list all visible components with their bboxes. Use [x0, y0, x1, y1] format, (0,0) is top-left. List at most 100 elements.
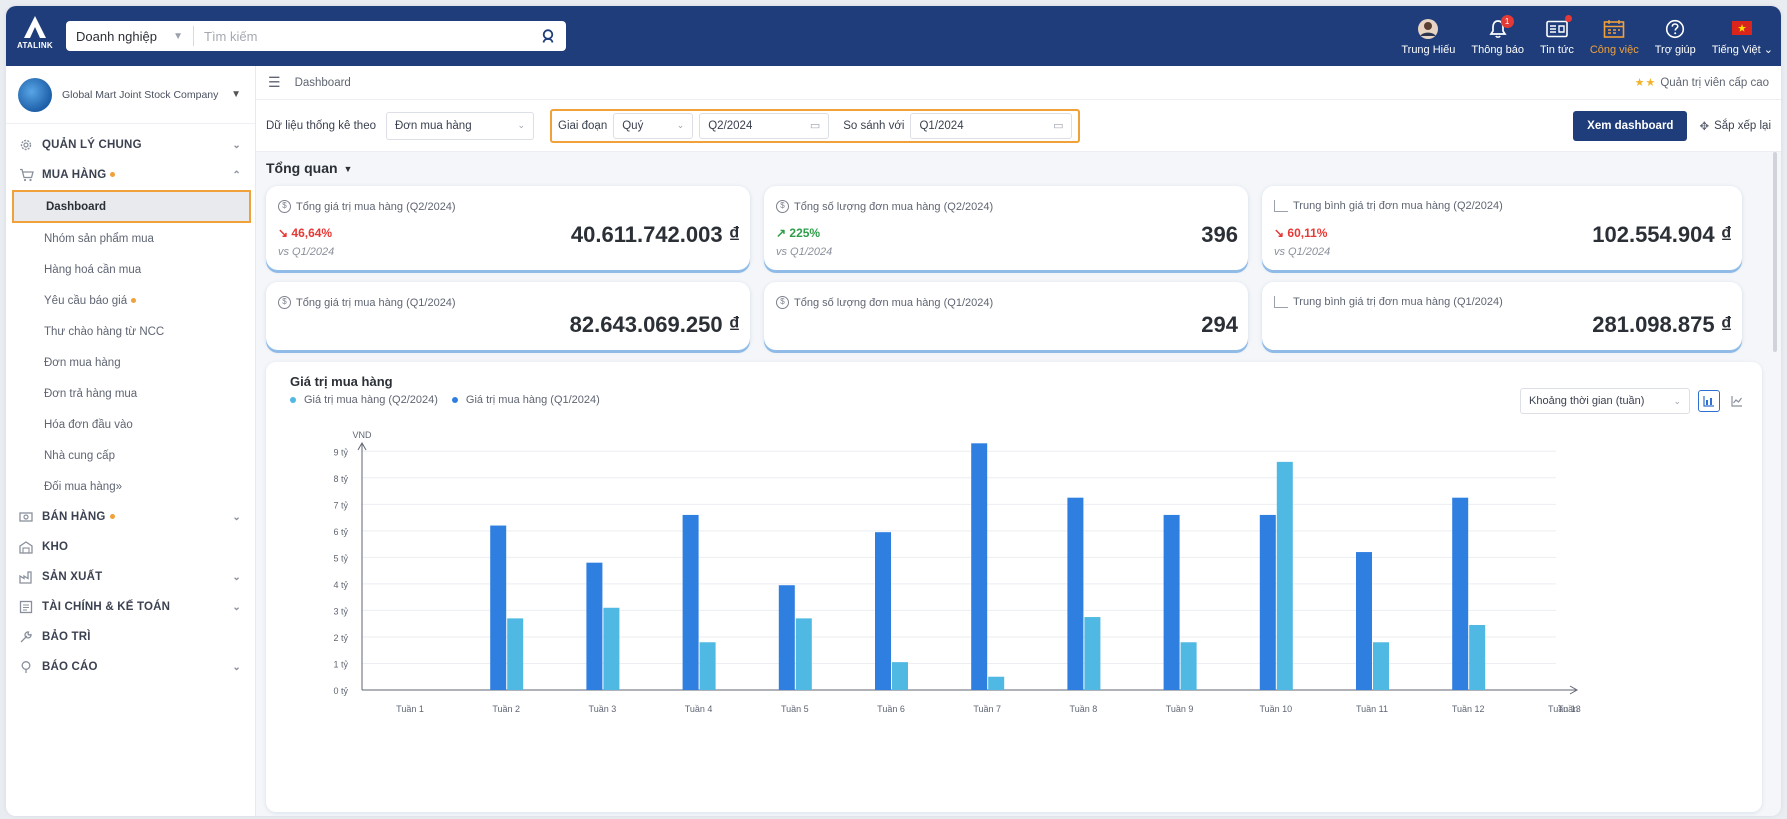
sidebar-item-production[interactable]: SẢN XUẤT ⌄ [6, 562, 255, 592]
sidebar-subitem-quotation-requests[interactable]: Yêu cầu báo giá [6, 285, 255, 316]
search-button[interactable] [532, 21, 566, 51]
bar-q2 [892, 662, 908, 690]
top-nav: Trung Hiếu 1 Thông báo Tin tức Công việc… [1393, 6, 1781, 66]
rearrange-button[interactable]: ✥ Sắp xếp lại [1699, 119, 1771, 133]
purchase-value-chart-panel: Giá trị mua hàng Giá trị mua hàng (Q2/20… [266, 362, 1762, 812]
search-scope-select[interactable]: Doanh nghiệp ▼ [66, 26, 194, 46]
nav-user[interactable]: Trung Hiếu [1393, 6, 1463, 66]
calendar-icon [1603, 19, 1625, 38]
sidebar-subitem-product-groups[interactable]: Nhóm sản phẩm mua [6, 223, 255, 254]
x-tick-label: Tuần 9 [1166, 704, 1194, 714]
x-tick-label: Tuần 10 [1259, 704, 1292, 714]
sidebar-item-warehouse[interactable]: KHO [6, 532, 255, 562]
sidebar-item-finance[interactable]: TÀI CHÍNH & KẾ TOÁN ⌄ [6, 592, 255, 622]
factory-icon [18, 569, 34, 585]
app-logo[interactable]: ATALINK [14, 14, 56, 58]
sidebar-item-label: QUẢN LÝ CHUNG [42, 139, 142, 151]
y-tick-label: 5 tỷ [333, 553, 348, 563]
kpi-title: Tổng giá trị mua hàng (Q2/2024) [296, 200, 456, 213]
sidebar-subitem-dashboard[interactable]: Dashboard [12, 190, 251, 223]
notification-badge: 1 [1500, 14, 1514, 28]
kpi-card-total-value-q2: $ Tổng giá trị mua hàng (Q2/2024) ↘ 46,64… [266, 186, 750, 270]
kpi-compare: vs Q1/2024 [278, 246, 335, 258]
period-picker[interactable]: Q2/2024 ▭ [699, 112, 830, 139]
bar-q1 [875, 532, 891, 690]
period-label: Giai đoạn [558, 119, 608, 132]
stats-by-value: Đơn mua hàng [395, 119, 472, 132]
sidebar-item-label: BÁO CÁO [42, 661, 98, 673]
sidebar-item-label: SẢN XUẤT [42, 571, 103, 583]
sidebar-subitem-purchase-reconciliation[interactable]: Đối mua hàng » [6, 471, 255, 502]
kpi-title: Tổng giá trị mua hàng (Q1/2024) [296, 296, 456, 309]
bar-q2 [988, 676, 1005, 690]
nav-language-label: Tiếng Việt ⌄ [1711, 44, 1773, 56]
finance-icon [18, 599, 34, 615]
kpi-value: 102.554.904 ₫ [1592, 222, 1732, 247]
sidebar-item-label: TÀI CHÍNH & KẾ TOÁN [42, 601, 171, 613]
nav-help[interactable]: Trợ giúp [1647, 6, 1704, 66]
gear-icon [18, 137, 34, 153]
compare-label: So sánh với [843, 119, 905, 132]
x-tick-label: Tuần 12 [1452, 704, 1485, 714]
sidebar-item-label: KHO [42, 541, 69, 553]
x-tick-label: Tuần 11 [1356, 704, 1388, 714]
kpi-value: 396 [1201, 222, 1238, 247]
sidebar-item-reports[interactable]: BÁO CÁO ⌄ [6, 652, 255, 682]
stats-by-label: Dữ liệu thống kê theo [266, 119, 376, 132]
sidebar-item-purchasing[interactable]: MUA HÀNG ⌃ [6, 160, 255, 190]
vertical-scrollbar[interactable] [1773, 152, 1777, 352]
sidebar-item-maintenance[interactable]: BẢO TRÌ [6, 622, 255, 652]
chevron-down-icon: ⌄ [232, 139, 241, 151]
sidebar-subitem-suppliers[interactable]: Nhà cung cấp [6, 440, 255, 471]
overview-toggle[interactable]: Tổng quan ▼ [266, 160, 352, 176]
sidebar-item-general[interactable]: QUẢN LÝ CHUNG ⌄ [6, 130, 255, 160]
bar-q1 [682, 514, 699, 690]
bar-q1 [490, 525, 507, 690]
period-type-select[interactable]: Quý ⌄ [613, 112, 694, 139]
search-input[interactable] [194, 23, 532, 49]
news-icon [1546, 20, 1568, 37]
y-tick-label: 4 tỷ [333, 580, 348, 590]
x-tick-label: Tuần 8 [1070, 704, 1098, 714]
sidebar-subitem-purchase-orders[interactable]: Đơn mua hàng [6, 347, 255, 378]
sidebar-subitem-purchase-returns[interactable]: Đơn trả hàng mua [6, 378, 255, 409]
nav-news[interactable]: Tin tức [1532, 6, 1582, 66]
period-filter-group: Giai đoạn Quý ⌄ Q2/2024 ▭ So sánh với Q1/2… [550, 108, 1081, 143]
sidebar-item-sales[interactable]: BÁN HÀNG ⌄ [6, 502, 255, 532]
nav-notifications[interactable]: 1 Thông báo [1463, 6, 1532, 66]
y-tick-label: 0 tỷ [333, 686, 348, 696]
x-tick-label: Tuần 7 [973, 704, 1001, 714]
x-tick-label: Tuần 6 [877, 704, 905, 714]
stats-by-select[interactable]: Đơn mua hàng ⌄ [386, 111, 534, 140]
bar-q1 [1259, 514, 1276, 690]
money-icon: $ [776, 296, 789, 309]
view-dashboard-button[interactable]: Xem dashboard [1573, 110, 1688, 141]
kpi-card-order-count-q2: $ Tổng số lượng đơn mua hàng (Q2/2024) ↗ … [764, 186, 1248, 270]
bar-q1 [1067, 497, 1084, 690]
rearrange-label: Sắp xếp lại [1714, 119, 1771, 132]
nav-tasks[interactable]: Công việc [1582, 6, 1647, 66]
menu-toggle-icon[interactable]: ☰ [268, 74, 281, 91]
kpi-title: Trung bình giá trị đơn mua hàng (Q1/2024… [1293, 296, 1503, 308]
y-tick-label: 3 tỷ [333, 606, 348, 616]
nav-language[interactable]: Tiếng Việt ⌄ [1704, 6, 1781, 66]
chevron-down-icon: ⌄ [232, 571, 241, 583]
x-axis-end-label: Tuần [1558, 704, 1578, 714]
x-tick-label: Tuần 4 [685, 704, 713, 714]
money-icon: $ [278, 296, 291, 309]
sidebar-subitem-supplier-offers[interactable]: Thư chào hàng từ NCC [6, 316, 255, 347]
bar-chart-canvas: 0 tỷ 1 tỷ 2 tỷ 3 tỷ 4 tỷ 5 tỷ 6 tỷ 7 tỷ 8 tỷ 9 tỷ… [333, 430, 1580, 714]
compare-picker[interactable]: Q1/2024 ▭ [910, 112, 1073, 139]
global-search: Doanh nghiệp ▼ [66, 21, 566, 51]
report-icon [18, 659, 34, 675]
kpi-card-avg-value-q1: Trung bình giá trị đơn mua hàng (Q1/2024… [1262, 282, 1742, 350]
sidebar-subitem-goods-to-buy[interactable]: Hàng hoá cần mua [6, 254, 255, 285]
logo-icon [24, 16, 46, 38]
bar-q2 [1180, 642, 1197, 690]
company-switcher[interactable]: Global Mart Joint Stock Company ▼ [6, 66, 255, 124]
chevron-down-icon: ⌄ [232, 661, 241, 673]
bar-q1 [1452, 497, 1469, 690]
sidebar-subitem-input-invoices[interactable]: Hóa đơn đầu vào [6, 409, 255, 440]
sidebar-menu: QUẢN LÝ CHUNG ⌄ MUA HÀNG ⌃ Dashboard Nhó… [6, 124, 255, 682]
y-tick-label: 1 tỷ [333, 659, 348, 669]
